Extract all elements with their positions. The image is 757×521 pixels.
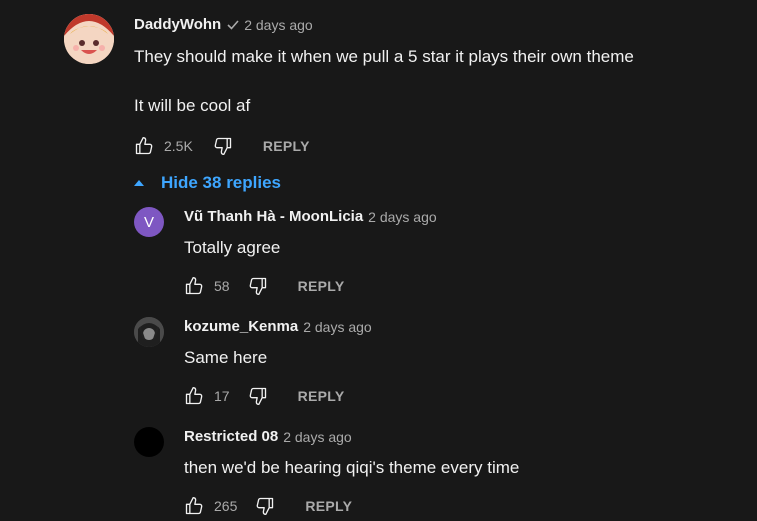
thumbs-up-icon[interactable] (184, 386, 204, 406)
avatar[interactable] (134, 317, 164, 347)
like-count: 17 (214, 388, 230, 404)
timestamp[interactable]: 2 days ago (283, 429, 352, 445)
thumbs-down-icon[interactable] (213, 136, 233, 156)
comment-text: They should make it when we pull a 5 sta… (134, 47, 634, 66)
thumbs-down-icon[interactable] (255, 496, 275, 516)
reply-text: Same here (184, 348, 268, 367)
reply-actions: 265 REPLY (184, 494, 352, 518)
reply-button[interactable]: REPLY (263, 138, 310, 154)
thumbs-down-icon[interactable] (248, 276, 268, 296)
reply-text: then we'd be hearing qiqi's theme every … (184, 458, 520, 477)
avatar[interactable] (64, 14, 114, 64)
thumbs-up-icon[interactable] (134, 136, 154, 156)
thumbs-up-icon[interactable] (184, 276, 204, 296)
timestamp[interactable]: 2 days ago (303, 319, 372, 335)
author-name[interactable]: kozume_Kenma (184, 318, 298, 335)
thumbs-down-icon[interactable] (248, 386, 268, 406)
reply-button[interactable]: REPLY (298, 278, 345, 294)
verified-check-icon (227, 19, 239, 30)
like-count: 2.5K (164, 138, 193, 154)
reply-header: Restricted 08 2 days ago (184, 428, 352, 445)
caret-up-icon (133, 179, 145, 187)
like-count: 265 (214, 498, 238, 514)
hide-replies-button[interactable]: Hide 38 replies (133, 173, 281, 193)
avatar[interactable]: V (134, 207, 164, 237)
hide-replies-label: Hide 38 replies (161, 173, 282, 192)
avatar-image (64, 14, 114, 64)
reply-button[interactable]: REPLY (298, 388, 345, 404)
author-name[interactable]: DaddyWohn (134, 16, 221, 33)
timestamp[interactable]: 2 days ago (368, 209, 437, 225)
reply-header: kozume_Kenma 2 days ago (184, 318, 372, 335)
timestamp[interactable]: 2 days ago (244, 17, 313, 33)
thumbs-up-icon[interactable] (184, 496, 204, 516)
avatar-letter: V (143, 213, 154, 231)
author-name[interactable]: Vũ Thanh Hà - MoonLicia (184, 208, 363, 225)
avatar-image (134, 317, 164, 347)
comment-header: DaddyWohn 2 days ago (134, 16, 313, 33)
reply-actions: 58 REPLY (184, 274, 344, 298)
reply-button[interactable]: REPLY (305, 498, 352, 514)
avatar[interactable] (134, 427, 164, 457)
reply-header: Vũ Thanh Hà - MoonLicia 2 days ago (184, 208, 437, 225)
reply-text: Totally agree (184, 238, 281, 257)
like-count: 58 (214, 278, 230, 294)
comment-actions: 2.5K REPLY (134, 134, 310, 158)
reply-actions: 17 REPLY (184, 384, 344, 408)
comment-text-line2: It will be cool af (134, 96, 251, 115)
author-name[interactable]: Restricted 08 (184, 428, 278, 445)
